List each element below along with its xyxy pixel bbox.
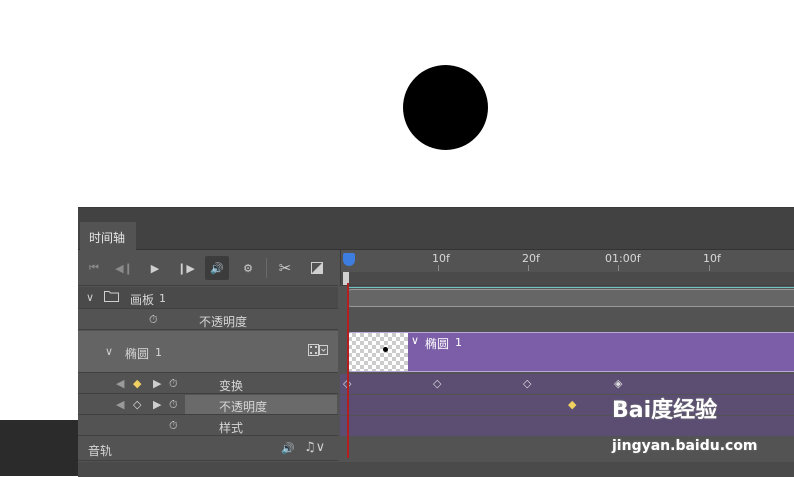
ellipse-clip[interactable]: ∨ 椭圆 1 [347,332,794,372]
ellipse-shape[interactable] [403,65,488,150]
layer-name: 画板 [130,293,155,307]
layer-row-audio[interactable]: 音轨 🔊 ♫∨ [78,437,338,461]
keyframe-icon[interactable]: ◇ [433,377,441,390]
artboard-range-indicator [348,287,794,288]
workspace-background [0,420,80,476]
ruler-label-20f: 20f [522,252,540,265]
transport-controls: ⏮ ◀❙ ▶ ❙▶ 🔊 ⚙ ✂ [78,250,338,286]
layer-index: 1 [155,346,162,359]
artboard-track [340,287,794,309]
tab-timeline[interactable]: 时间轴 [80,222,136,250]
stopwatch-icon[interactable]: ⏱ [169,398,178,412]
property-label: 变换 [219,379,244,393]
watermark-logo: Bai度经验 [612,398,718,423]
film-icon[interactable] [308,344,328,359]
property-label: 不透明度 [199,315,248,329]
collapse-chevron-icon[interactable]: ∨ [86,291,94,304]
work-area-bar[interactable] [341,272,794,285]
playhead-handle[interactable] [343,253,355,266]
stopwatch-icon[interactable]: ⏱ [169,419,178,433]
clip-thumbnail [348,333,408,371]
layer-row-ellipse[interactable]: ∨ 椭圆 1 [78,331,338,373]
go-to-first-frame-icon[interactable]: ⏮ [82,256,106,280]
ruler-label-1s: 01:00f [605,252,641,265]
stopwatch-icon[interactable]: ⏱ [169,377,178,391]
ruler-tick [528,265,529,271]
keyframe-toggle-icon[interactable]: ◇ [133,398,141,411]
playhead-line [347,283,349,458]
watermark-url: jingyan.baidu.com [612,438,758,454]
previous-frame-icon[interactable]: ◀❙ [112,256,136,280]
split-scissors-icon[interactable]: ✂ [273,256,297,280]
ellipse-track: ∨ 椭圆 1 [340,331,794,373]
folder-icon [104,290,119,305]
previous-keyframe-icon[interactable]: ◀ [116,377,124,390]
audio-track-label: 音轨 [88,444,113,458]
previous-keyframe-icon[interactable]: ◀ [116,398,124,411]
time-ruler[interactable]: 10f 20f 01:00f 10f [340,250,794,286]
keyframe-toggle-icon[interactable]: ◆ [133,377,141,390]
artboard-clip-bar[interactable] [347,289,794,307]
ruler-tick [438,265,439,271]
settings-icon[interactable]: ⚙ [236,256,260,280]
collapse-chevron-icon[interactable]: ∨ [105,345,113,358]
keyframe-icon[interactable]: ◆ [568,398,576,411]
property-row-transform: ◀ ◆ ▶ ⏱ 变换 [78,374,338,394]
ruler-tick [709,265,710,271]
keyframe-icon[interactable]: ◇ [523,377,531,390]
audio-icon[interactable]: 🔊 [281,442,295,455]
ruler-label-10f-b: 10f [703,252,721,265]
next-keyframe-icon[interactable]: ▶ [153,377,161,390]
music-note-icon[interactable]: ♫∨ [304,440,325,455]
panel-header [78,208,794,222]
clip-name: 椭圆 [425,337,450,351]
keyframe-icon[interactable]: ◈ [614,377,622,390]
clip-index: 1 [455,336,462,349]
audio-icon[interactable]: 🔊 [205,256,229,280]
panel-tab-bar: 时间轴 [78,222,794,250]
layer-row-artboard[interactable]: ∨ 画板 1 [78,287,338,309]
toolbar-divider [266,258,267,278]
property-label: 不透明度 [219,400,268,414]
layer-name: 椭圆 [125,347,150,361]
property-row-opacity: ◀ ◇ ▶ ⏱ 不透明度 [78,395,338,415]
ruler-label-10f: 10f [432,252,450,265]
property-row-style: ⏱ 样式 [78,416,338,436]
clip-chevron-icon[interactable]: ∨ [411,334,419,347]
ruler-tick [618,265,619,271]
next-keyframe-icon[interactable]: ▶ [153,398,161,411]
property-label: 样式 [219,421,244,435]
watermark: Bai度经验 jingyan.baidu.com [612,390,794,468]
next-frame-icon[interactable]: ❙▶ [174,256,198,280]
stopwatch-icon[interactable]: ⏱ [149,313,158,327]
transition-icon[interactable] [305,256,329,280]
layer-index: 1 [159,292,166,305]
property-row-artboard-opacity: ⏱ 不透明度 [78,310,338,330]
artboard-opacity-track [340,310,794,330]
play-icon[interactable]: ▶ [143,256,167,280]
